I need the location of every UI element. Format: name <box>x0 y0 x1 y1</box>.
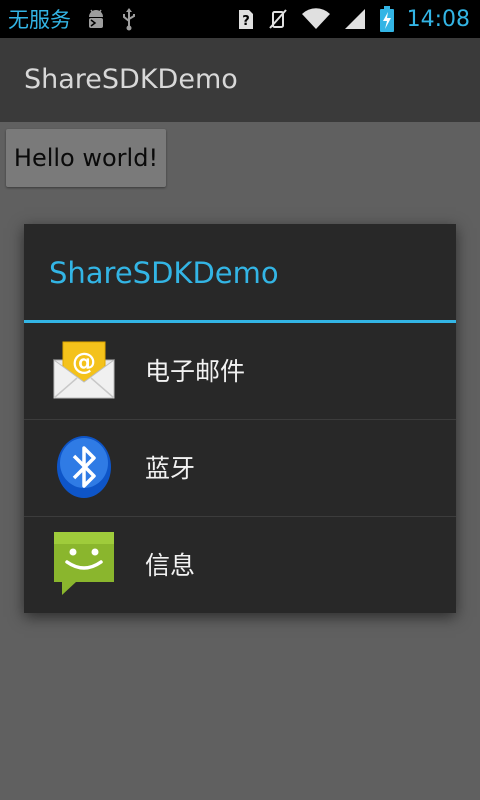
share-options-list: @ 电子邮件 蓝牙 信息 <box>24 323 456 614</box>
share-option-label: 信息 <box>145 551 196 580</box>
no-sim-icon: ? <box>237 7 255 31</box>
app-title: ShareSDKDemo <box>24 64 238 95</box>
action-bar: ShareSDKDemo <box>0 38 480 122</box>
svg-text:?: ? <box>242 14 250 29</box>
usb-icon <box>121 7 137 31</box>
svg-text:@: @ <box>72 348 96 376</box>
status-bar: 无服务 ? 14:08 <box>0 0 480 38</box>
dialog-title: ShareSDKDemo <box>49 256 279 290</box>
hello-world-button[interactable]: Hello world! <box>6 129 166 187</box>
status-left: 无服务 <box>8 0 137 38</box>
share-option-email[interactable]: @ 电子邮件 <box>24 323 456 420</box>
share-option-bluetooth[interactable]: 蓝牙 <box>24 420 456 517</box>
messaging-icon <box>50 530 118 598</box>
bluetooth-icon <box>50 433 118 501</box>
vibrate-off-icon <box>267 7 289 31</box>
share-dialog: ShareSDKDemo @ 电子邮件 蓝牙 信息 <box>24 224 456 613</box>
android-debug-icon <box>85 7 107 31</box>
email-icon: @ <box>50 336 118 404</box>
share-option-label: 电子邮件 <box>145 357 246 386</box>
share-option-label: 蓝牙 <box>145 454 196 483</box>
wifi-icon <box>301 7 331 31</box>
share-option-messaging[interactable]: 信息 <box>24 517 456 614</box>
signal-icon <box>343 7 367 31</box>
battery-charging-icon <box>379 5 395 33</box>
carrier-text: 无服务 <box>8 8 71 32</box>
status-right: ? 14:08 <box>237 0 470 38</box>
clock: 14:08 <box>406 6 470 32</box>
